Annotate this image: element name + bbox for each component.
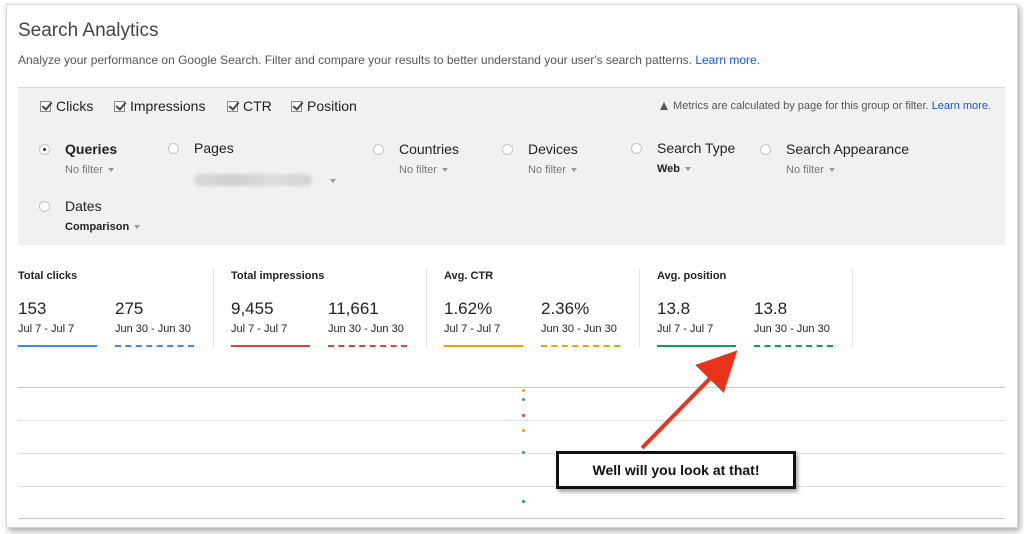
annotation-arrow [640,350,738,450]
annotation-callout: Well will you look at that! [556,451,796,489]
callout-text: Well will you look at that! [592,462,760,478]
arrow-shaft [640,350,738,450]
